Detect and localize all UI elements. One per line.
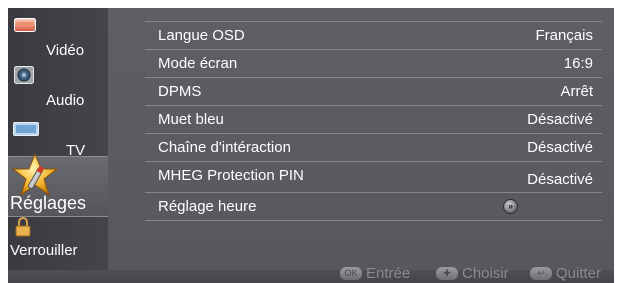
menu-row-interaction-channel[interactable]: Chaîne d'intéraction Désactivé bbox=[145, 134, 602, 162]
hint-bar: OK Entrée ✚ Choisir ↩ Quitter bbox=[8, 265, 614, 283]
sidebar-item-tv[interactable]: TV bbox=[8, 112, 108, 159]
ok-key-icon: OK bbox=[340, 266, 362, 280]
sidebar-item-label: Réglages bbox=[10, 193, 87, 213]
row-value: Français bbox=[535, 27, 593, 44]
sidebar-item-label: Audio bbox=[46, 92, 85, 109]
sidebar-item-video[interactable]: Vidéo bbox=[8, 12, 108, 62]
row-label: MHEG Protection PIN bbox=[158, 167, 304, 184]
row-label: Langue OSD bbox=[158, 27, 245, 44]
sidebar-item-audio[interactable]: Audio bbox=[8, 62, 108, 112]
settings-menu-list: Langue OSD Français Mode écran 16:9 DPMS… bbox=[145, 21, 602, 221]
sidebar: Vidéo Audio TV Réglages Verrouiller bbox=[8, 8, 108, 270]
row-value: 16:9 bbox=[563, 55, 593, 72]
row-value: Arrêt bbox=[560, 83, 593, 100]
arrow-keys-icon: ✚ bbox=[436, 266, 458, 280]
hint-choose-label: Choisir bbox=[462, 265, 509, 282]
audio-icon bbox=[14, 66, 34, 89]
menu-row-time-setting[interactable]: Réglage heure » bbox=[145, 193, 602, 221]
row-value: Désactivé bbox=[527, 111, 593, 128]
sidebar-item-label: Verrouiller bbox=[10, 242, 78, 259]
row-value: Désactivé bbox=[527, 171, 593, 188]
row-label: Mode écran bbox=[158, 55, 238, 72]
row-label: DPMS bbox=[158, 83, 202, 100]
lock-icon bbox=[15, 217, 31, 242]
row-label: Réglage heure bbox=[158, 198, 257, 215]
hint-quit: ↩ Quitter bbox=[530, 265, 601, 282]
row-label: Muet bleu bbox=[158, 111, 224, 128]
tv-osd-screen: Vidéo Audio TV Réglages Verrouiller Lang… bbox=[8, 8, 614, 283]
hint-enter-label: Entrée bbox=[366, 265, 411, 282]
hint-choose: ✚ Choisir bbox=[436, 265, 509, 282]
menu-row-blue-mute[interactable]: Muet bleu Désactivé bbox=[145, 106, 602, 134]
menu-row-screen-mode[interactable]: Mode écran 16:9 bbox=[145, 50, 602, 78]
sidebar-item-label: Vidéo bbox=[46, 42, 85, 59]
submenu-arrow-icon[interactable]: » bbox=[503, 199, 518, 214]
menu-row-osd-language[interactable]: Langue OSD Français bbox=[145, 21, 602, 50]
hint-quit-label: Quitter bbox=[556, 265, 602, 282]
menu-row-mheg-pin[interactable]: MHEG Protection PIN Désactivé bbox=[145, 162, 602, 193]
tv-icon bbox=[13, 122, 39, 141]
hint-enter: OK Entrée bbox=[340, 265, 410, 282]
back-key-icon: ↩ bbox=[530, 266, 552, 280]
sidebar-item-lock[interactable]: Verrouiller bbox=[8, 216, 108, 270]
row-value: Désactivé bbox=[527, 139, 593, 156]
video-icon bbox=[14, 18, 36, 37]
row-label: Chaîne d'intéraction bbox=[158, 139, 291, 156]
menu-row-dpms[interactable]: DPMS Arrêt bbox=[145, 78, 602, 106]
sidebar-item-settings[interactable]: Réglages bbox=[8, 152, 108, 217]
